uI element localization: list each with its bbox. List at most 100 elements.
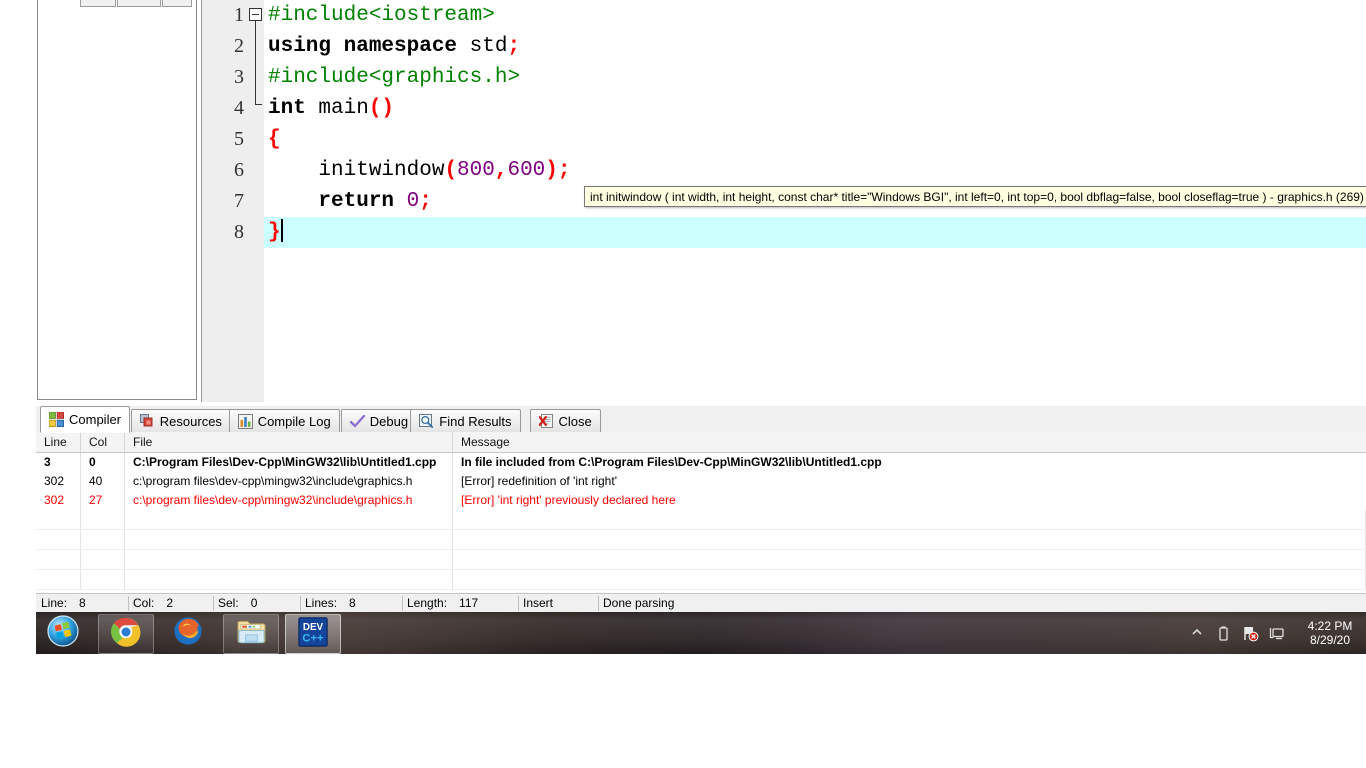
output-tab-label: Debug bbox=[369, 413, 409, 429]
devcpp-ide-window: #include<iostream> using namespace std; #i… bbox=[0, 0, 1366, 613]
code-token: #include<iostream> bbox=[268, 4, 495, 27]
table-row-empty[interactable] bbox=[36, 510, 1366, 530]
cell-empty bbox=[36, 550, 81, 569]
table-body: 3 0 C:\Program Files\Dev-Cpp\MinGW32\lib\U… bbox=[36, 453, 1366, 590]
code-line[interactable]: initwindow(800,600); bbox=[264, 155, 1366, 186]
line-number: 3 bbox=[234, 66, 244, 88]
battery-icon[interactable] bbox=[1216, 625, 1233, 642]
code-token: } bbox=[268, 221, 281, 244]
table-row[interactable]: 302 27 c:\program files\dev-cpp\mingw32\in… bbox=[36, 491, 1366, 510]
code-token: using namespace bbox=[268, 35, 458, 58]
status-insert-mode[interactable]: Insert bbox=[518, 594, 603, 613]
code-token: int bbox=[268, 97, 306, 120]
compiler-output-panel: Compiler Resources Compile Log Debug Find Re… bbox=[36, 406, 1366, 590]
column-header-file[interactable]: File bbox=[125, 432, 453, 452]
project-tab-debug[interactable] bbox=[162, 0, 192, 7]
cell-empty bbox=[453, 530, 1366, 549]
code-folding-gutter[interactable] bbox=[246, 0, 264, 402]
fold-guide-foot bbox=[255, 104, 262, 105]
status-bar: Line: 8 Col: 2 Sel: 0 Lines: 8 Length: 117 In… bbox=[36, 593, 1366, 613]
cell-empty bbox=[81, 530, 125, 549]
taskbar-item-firefox[interactable] bbox=[161, 614, 215, 652]
taskbar-clock[interactable]: 4:22 PM 8/29/20 bbox=[1294, 619, 1360, 647]
output-tab-debug[interactable]: Debug bbox=[340, 409, 418, 432]
code-line[interactable]: } bbox=[264, 217, 1366, 248]
start-button[interactable] bbox=[38, 614, 88, 652]
windows-taskbar: DEV C++ 4:22 PM 8/29/20 bbox=[36, 612, 1366, 654]
cell-message: [Error] 'int right' previously declared … bbox=[461, 493, 676, 507]
output-tab-resources[interactable]: Resources bbox=[130, 409, 231, 432]
line-number: 8 bbox=[234, 221, 244, 243]
cell-empty bbox=[125, 570, 453, 589]
table-row-empty[interactable] bbox=[36, 550, 1366, 570]
status-length-value: 117 bbox=[459, 596, 479, 610]
status-sel-value: 0 bbox=[250, 596, 258, 610]
code-line[interactable]: { bbox=[264, 124, 1366, 155]
cell-line: 302 bbox=[36, 491, 81, 510]
status-col: Col: 2 bbox=[128, 594, 218, 613]
code-editor[interactable]: #include<iostream> using namespace std; #i… bbox=[201, 0, 1366, 402]
fold-collapse-icon[interactable] bbox=[249, 8, 262, 21]
code-token: ( bbox=[444, 159, 458, 182]
cell-empty bbox=[81, 510, 125, 529]
taskbar-item-explorer[interactable] bbox=[223, 614, 279, 654]
network-monitor-icon[interactable] bbox=[1268, 625, 1285, 642]
table-row[interactable]: 302 40 c:\program files\dev-cpp\mingw32\in… bbox=[36, 472, 1366, 491]
status-line: Line: 8 bbox=[36, 594, 133, 613]
status-col-value: 2 bbox=[166, 596, 174, 610]
table-row[interactable]: 3 0 C:\Program Files\Dev-Cpp\MinGW32\lib\U… bbox=[36, 453, 1366, 472]
taskbar-item-devcpp[interactable]: DEV C++ bbox=[285, 614, 341, 654]
code-line[interactable]: #include<iostream> bbox=[264, 0, 1366, 31]
line-number: 6 bbox=[234, 159, 244, 181]
project-explorer-tabstrip bbox=[80, 0, 198, 7]
cell-empty bbox=[125, 510, 453, 529]
clock-time: 4:22 PM bbox=[1307, 619, 1353, 633]
cell-line: 302 bbox=[36, 472, 81, 491]
magnifier-icon bbox=[419, 413, 434, 429]
action-center-flag-error-icon[interactable] bbox=[1242, 625, 1259, 642]
code-token: () bbox=[368, 97, 395, 120]
code-line[interactable]: using namespace std; bbox=[264, 31, 1366, 62]
output-tab-label: Compiler bbox=[69, 412, 122, 427]
project-explorer-panel[interactable] bbox=[37, 0, 197, 400]
project-tab-project[interactable] bbox=[80, 0, 116, 7]
svg-text:C++: C++ bbox=[302, 632, 324, 644]
table-row-empty[interactable] bbox=[36, 530, 1366, 550]
status-sel: Sel: 0 bbox=[213, 594, 305, 613]
resources-icon bbox=[139, 413, 155, 429]
output-tab-find-results[interactable]: Find Results bbox=[410, 409, 521, 432]
explorer-folder-icon bbox=[236, 618, 267, 651]
output-tab-label: Resources bbox=[159, 413, 222, 429]
close-document-icon bbox=[538, 413, 554, 429]
code-token: 0 bbox=[406, 190, 420, 213]
cell-empty bbox=[453, 550, 1366, 569]
code-line[interactable]: int main() bbox=[264, 93, 1366, 124]
bar-chart-icon bbox=[237, 413, 253, 429]
code-line[interactable]: #include<graphics.h> bbox=[264, 62, 1366, 93]
status-sel-label: Sel: bbox=[218, 596, 239, 610]
show-hidden-icons-chevron-icon[interactable] bbox=[1190, 625, 1207, 642]
cell-col: 40 bbox=[81, 472, 125, 491]
column-header-col[interactable]: Col bbox=[81, 432, 125, 452]
output-tab-compile-log[interactable]: Compile Log bbox=[228, 409, 340, 432]
table-row-empty[interactable] bbox=[36, 570, 1366, 590]
project-tab-classes[interactable] bbox=[117, 0, 161, 7]
output-tab-label: Compile Log bbox=[257, 413, 331, 429]
check-mark-icon bbox=[349, 414, 365, 429]
table-header-row: Line Col File Message bbox=[36, 432, 1366, 453]
compiler-messages-table[interactable]: Line Col File Message 3 0 C:\Program Files… bbox=[36, 432, 1366, 590]
status-parse-state: Done parsing bbox=[603, 596, 675, 610]
cell-empty bbox=[125, 550, 453, 569]
taskbar-item-chrome[interactable] bbox=[98, 614, 154, 654]
cell-file: C:\Program Files\Dev-Cpp\MinGW32\lib\Unt… bbox=[125, 453, 453, 472]
line-number: 5 bbox=[234, 128, 244, 150]
column-header-line[interactable]: Line bbox=[36, 432, 81, 452]
output-tab-close[interactable]: Close bbox=[529, 409, 601, 432]
code-token: ; bbox=[557, 159, 571, 182]
cell-empty bbox=[81, 570, 125, 589]
code-token: ; bbox=[419, 190, 432, 213]
output-tab-compiler[interactable]: Compiler bbox=[40, 406, 131, 433]
code-token: { bbox=[268, 128, 281, 151]
column-header-message[interactable]: Message bbox=[453, 432, 1366, 452]
